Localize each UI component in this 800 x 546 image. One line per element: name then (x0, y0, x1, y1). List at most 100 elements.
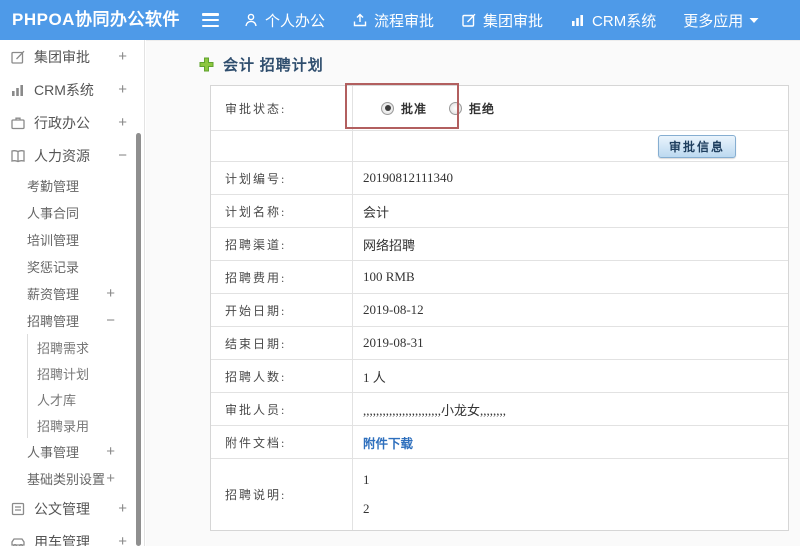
sidebar-item-human-resources[interactable]: 人力资源 − (0, 139, 144, 172)
menu-personal-office[interactable]: 个人办公 (243, 10, 325, 31)
field-value: ,,,,,,,,,,,,,,,,,,,,,,,,小龙女,,,,,,,, (363, 402, 507, 418)
sidebar-item-crm-system[interactable]: CRM系统 + (0, 73, 144, 106)
table-row-approval-button: 审批信息 (211, 131, 788, 162)
expand-icon[interactable]: + (118, 533, 127, 546)
table-row-plan-name: 计划名称: 会计 (211, 195, 788, 228)
field-label: 招聘费用: (211, 261, 353, 293)
sidebar: 集团审批 + CRM系统 + 行政办公 + 人力资源 − 考勤管理 人事合同 培… (0, 40, 145, 546)
app-brand: PHPOA协同办公软件 (12, 10, 180, 29)
radio-approve[interactable]: 批准 (381, 100, 427, 117)
edit-icon (11, 50, 25, 64)
topbar: PHPOA协同办公软件 个人办公 流程审批 集团审批 CRM系统 更多应用 (0, 0, 800, 40)
book-icon (11, 149, 25, 162)
sidebar-item-group-approval[interactable]: 集团审批 + (0, 40, 144, 73)
field-value: 1 人 (363, 369, 386, 385)
plus-icon (199, 57, 214, 72)
table-row-headcount: 招聘人数: 1 人 (211, 360, 788, 393)
menu-more-apps[interactable]: 更多应用 (683, 10, 759, 31)
table-row-recruit-cost: 招聘费用: 100 RMB (211, 261, 788, 294)
field-label: 计划名称: (211, 195, 353, 227)
sidebar-scrollbar[interactable] (136, 133, 141, 546)
field-value: 会计 (363, 204, 390, 220)
hamburger-menu-icon[interactable] (202, 13, 219, 27)
chart-icon (572, 15, 584, 26)
sidebar-item-recruit-demand[interactable]: 招聘需求 (0, 334, 144, 360)
car-icon (11, 537, 25, 546)
field-value: 网络招聘 (363, 237, 416, 253)
edit-icon (462, 13, 476, 27)
field-label: 审批人员: (211, 393, 353, 425)
description-line: 1 (363, 472, 370, 487)
expand-icon[interactable]: + (118, 81, 127, 98)
field-value: 2019-08-12 (363, 302, 424, 317)
approval-radio-group: 批准 拒绝 (363, 100, 495, 117)
table-row-plan-number: 计划编号: 20190812111340 (211, 162, 788, 195)
detail-table: 审批状态: 批准 拒绝 审批信息 计划编号: 20190812111340 计划… (210, 85, 789, 531)
sidebar-item-training[interactable]: 培训管理 (0, 226, 144, 253)
expand-icon[interactable]: + (106, 285, 115, 302)
expand-icon[interactable]: + (106, 443, 115, 460)
sidebar-item-admin-office[interactable]: 行政办公 + (0, 106, 144, 139)
field-value: 审批信息 (353, 131, 788, 161)
process-icon (353, 13, 367, 27)
expand-icon[interactable]: + (106, 470, 115, 487)
sidebar-item-recruit-mgmt[interactable]: 招聘管理 − (0, 307, 144, 334)
sidebar-item-document-mgmt[interactable]: 公文管理 + (0, 492, 144, 525)
collapse-icon[interactable]: − (106, 312, 115, 329)
menu-group-approval[interactable]: 集团审批 (461, 10, 543, 31)
table-row-recruit-description: 招聘说明: 1 2 (211, 459, 788, 530)
field-label: 附件文档: (211, 426, 353, 458)
table-row-start-date: 开始日期: 2019-08-12 (211, 294, 788, 327)
caret-down-icon (749, 17, 759, 23)
expand-icon[interactable]: + (118, 114, 127, 131)
expand-icon[interactable]: + (118, 48, 127, 65)
sidebar-item-recruit-plan[interactable]: 招聘计划 (0, 360, 144, 386)
sidebar-item-salary[interactable]: 薪资管理 + (0, 280, 144, 307)
main-content: 会计 招聘计划 审批状态: 批准 拒绝 审批信息 计划编号: 201908121… (146, 40, 800, 546)
table-row-end-date: 结束日期: 2019-08-31 (211, 327, 788, 360)
field-value: 100 RMB (363, 269, 415, 284)
sidebar-item-base-category[interactable]: 基础类别设置 + (0, 465, 144, 492)
sidebar-item-hr-contract[interactable]: 人事合同 (0, 199, 144, 226)
field-label: 计划编号: (211, 162, 353, 194)
app-window: PHPOA协同办公软件 个人办公 流程审批 集团审批 CRM系统 更多应用 集团… (0, 0, 800, 546)
field-label: 招聘渠道: (211, 228, 353, 260)
field-value: 1 2 (353, 459, 788, 530)
radio-reject-button[interactable] (449, 101, 463, 115)
field-value: 20190812111340 (363, 170, 454, 185)
field-label: 招聘人数: (211, 360, 353, 392)
menu-crm-system[interactable]: CRM系统 (570, 10, 656, 31)
field-label: 招聘说明: (211, 459, 353, 530)
description-line: 2 (363, 501, 370, 516)
sidebar-item-recruit-hire[interactable]: 招聘录用 (0, 412, 144, 438)
attachment-download-link[interactable]: 附件下载 (363, 433, 413, 452)
document-icon (11, 502, 25, 515)
sidebar-item-attendance[interactable]: 考勤管理 (0, 172, 144, 199)
radio-approve-button[interactable] (381, 101, 394, 115)
sidebar-item-talent-pool[interactable]: 人才库 (0, 386, 144, 412)
chart-icon (12, 84, 23, 96)
approval-info-button[interactable]: 审批信息 (657, 134, 736, 158)
field-value: 批准 拒绝 (353, 86, 788, 130)
radio-reject[interactable]: 拒绝 (449, 100, 495, 117)
expand-icon[interactable]: + (118, 500, 127, 517)
briefcase-icon (11, 117, 25, 129)
table-row-approval-status: 审批状态: 批准 拒绝 (211, 86, 788, 131)
page-title: 会计 招聘计划 (199, 54, 324, 75)
table-row-attachment: 附件文档: 附件下载 (211, 426, 788, 459)
sidebar-item-rewards[interactable]: 奖惩记录 (0, 253, 144, 280)
sidebar-item-vehicle-mgmt[interactable]: 用车管理 + (0, 525, 144, 546)
field-value: 2019-08-31 (363, 335, 424, 350)
sidebar-item-personnel-mgmt[interactable]: 人事管理 + (0, 438, 144, 465)
top-menu: 个人办公 流程审批 集团审批 CRM系统 更多应用 (243, 0, 759, 40)
field-label: 开始日期: (211, 294, 353, 326)
field-label: 审批状态: (211, 86, 353, 130)
field-value: 附件下载 (353, 426, 788, 458)
table-row-approvers: 审批人员: ,,,,,,,,,,,,,,,,,,,,,,,,小龙女,,,,,,,… (211, 393, 788, 426)
person-icon (245, 13, 257, 27)
field-label: 结束日期: (211, 327, 353, 359)
table-row-recruit-channel: 招聘渠道: 网络招聘 (211, 228, 788, 261)
field-label-empty (211, 131, 353, 161)
collapse-icon[interactable]: − (118, 147, 127, 164)
menu-process-approval[interactable]: 流程审批 (352, 10, 434, 31)
